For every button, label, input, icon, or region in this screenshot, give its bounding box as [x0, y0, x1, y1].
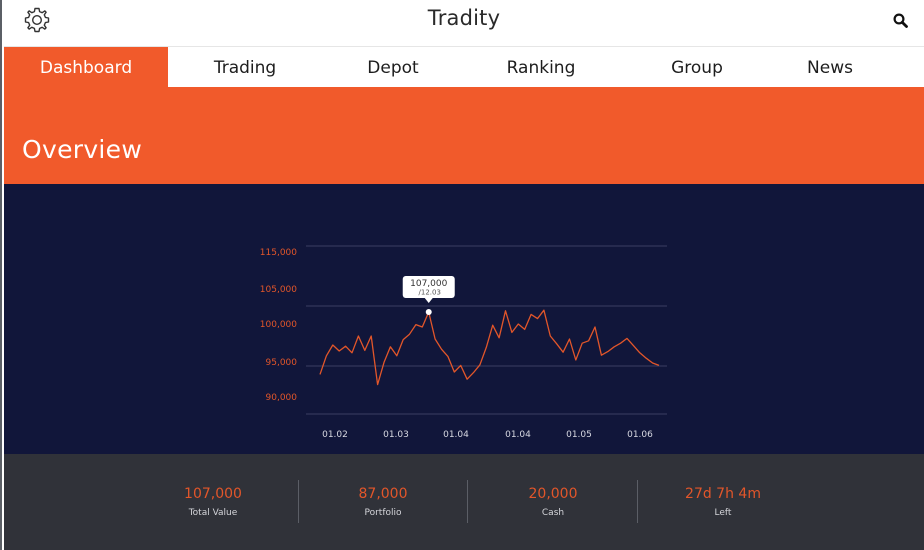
x-tick-label: 01.06: [627, 430, 653, 440]
tab-dashboard[interactable]: Dashboard: [4, 47, 168, 87]
y-tick-label: 100,000: [260, 320, 297, 330]
series-line: [319, 309, 660, 386]
stat-time-left: 27d 7h 4m Left: [638, 454, 808, 550]
top-bar: Tradity: [4, 0, 924, 46]
time-left-label: Left: [714, 508, 732, 518]
x-tick-label: 01.04: [443, 430, 469, 440]
time-left-amount: 27d 7h 4m: [685, 486, 761, 502]
x-tick-label: 01.04: [505, 430, 531, 440]
stat-total-value: 107,000 Total Value: [128, 454, 298, 550]
tooltip-value: 107,000: [410, 279, 447, 289]
tab-news[interactable]: News: [772, 47, 888, 87]
stats-bar: 107,000 Total Value 87,000 Portfolio 20,…: [4, 454, 924, 550]
cash-amount: 20,000: [528, 486, 578, 502]
tab-bar: Dashboard Trading Depot Ranking Group Ne…: [4, 46, 924, 87]
total-value-label: Total Value: [188, 508, 238, 518]
chart-svg: 115,000 105,000 100,000 95,000 90,000 01.02 0…: [260, 245, 667, 440]
tooltip-date: /12.03: [419, 289, 441, 297]
tab-ranking[interactable]: Ranking: [466, 47, 616, 87]
tooltip-pointer: [424, 298, 433, 303]
x-tick-label: 01.03: [383, 430, 409, 440]
highlight-point: [425, 309, 432, 315]
overview-banner: Overview: [4, 87, 924, 184]
total-value-amount: 107,000: [184, 486, 242, 502]
tab-trading[interactable]: Trading: [170, 47, 320, 87]
portfolio-amount: 87,000: [358, 486, 408, 502]
portfolio-label: Portfolio: [364, 508, 402, 518]
x-tick-label: 01.05: [566, 430, 592, 440]
y-tick-label: 105,000: [260, 285, 297, 295]
tab-depot[interactable]: Depot: [320, 47, 466, 87]
y-tick-label: 115,000: [260, 248, 297, 258]
search-icon[interactable]: [892, 12, 910, 30]
page-title: Overview: [22, 135, 143, 164]
y-tick-label: 95,000: [266, 358, 298, 368]
cash-label: Cash: [541, 508, 565, 518]
y-tick-label: 90,000: [266, 393, 298, 403]
app-frame: Tradity Dashboard Trading Depot Ranking …: [0, 0, 924, 550]
stat-cash: 20,000 Cash: [468, 454, 638, 550]
x-tick-label: 01.02: [322, 430, 348, 440]
app-title: Tradity: [427, 6, 501, 30]
stat-portfolio: 87,000 Portfolio: [298, 454, 468, 550]
tab-group[interactable]: Group: [622, 47, 772, 87]
portfolio-chart: 115,000 105,000 100,000 95,000 90,000 01.02 0…: [4, 184, 924, 454]
